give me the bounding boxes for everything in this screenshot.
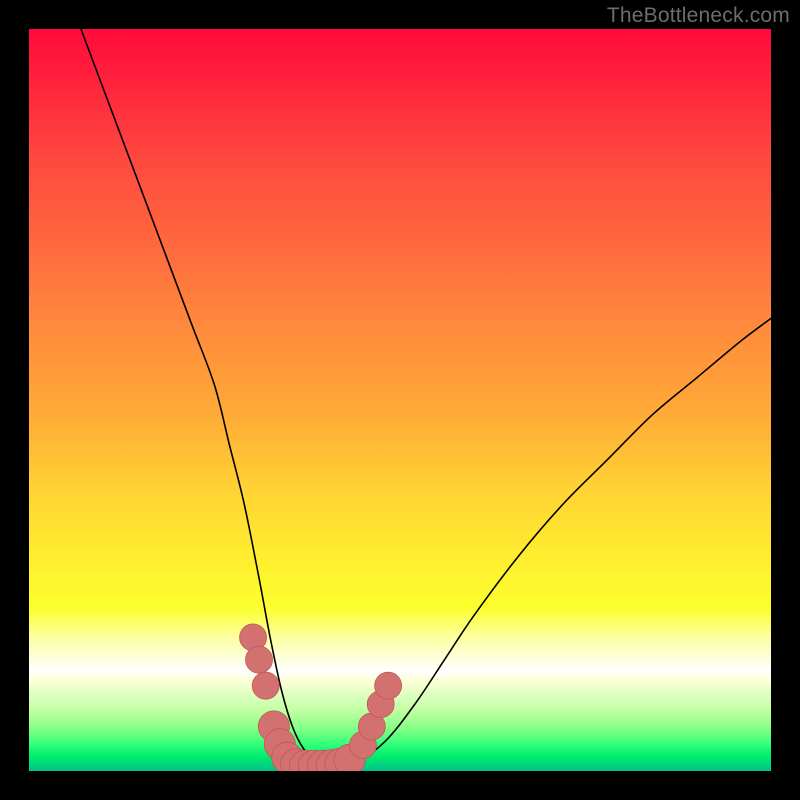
- marker-dot: [334, 744, 365, 771]
- marker-dot: [316, 749, 347, 771]
- marker-dot: [264, 729, 295, 760]
- marker-dot: [367, 691, 394, 718]
- curve-svg: [29, 29, 771, 771]
- marker-dot: [325, 748, 356, 771]
- marker-dot: [252, 672, 279, 699]
- marker-dot: [281, 749, 312, 771]
- marker-dot: [246, 646, 273, 673]
- watermark-text: TheBottleneck.com: [607, 4, 790, 28]
- marker-dot: [298, 750, 329, 771]
- marker-dot: [289, 750, 320, 771]
- marker-dot: [375, 672, 402, 699]
- marker-dot: [307, 750, 338, 771]
- marker-dot: [240, 624, 267, 651]
- marker-dot: [358, 713, 385, 740]
- curve-markers: [240, 624, 402, 771]
- bottleneck-curve: [81, 29, 771, 765]
- marker-dot: [272, 742, 303, 771]
- marker-dot: [258, 711, 289, 742]
- marker-dot: [349, 732, 376, 759]
- chart-frame: TheBottleneck.com: [0, 0, 800, 800]
- plot-area: [29, 29, 771, 771]
